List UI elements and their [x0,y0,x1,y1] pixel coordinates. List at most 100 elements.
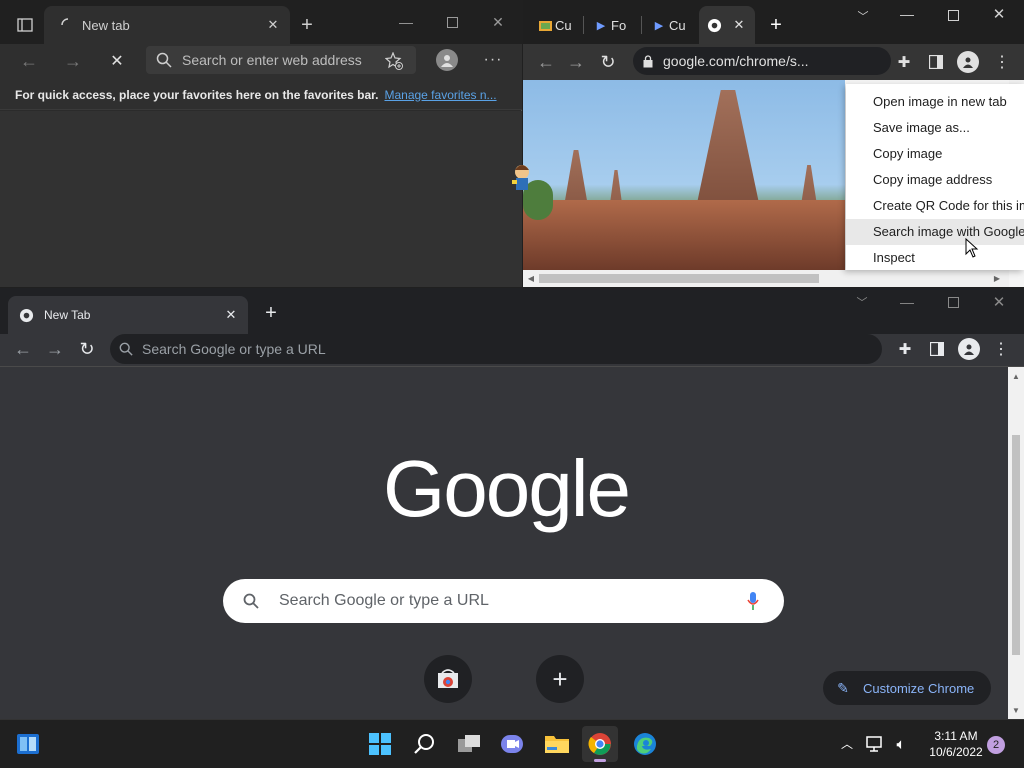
back-icon[interactable]: ← [18,50,40,72]
menu-search-image-google[interactable]: Search image with Google [846,219,1024,245]
chrome-top-tab-3[interactable]: ▶ Cu [649,14,695,36]
manage-favorites-link[interactable]: Manage favorites n... [384,88,496,102]
network-icon[interactable] [864,734,886,754]
maximize-button[interactable] [943,292,963,312]
menu-save-image-as[interactable]: Save image as... [846,115,1024,141]
extensions-icon[interactable]: ✚ [893,51,915,73]
menu-copy-image-address[interactable]: Copy image address [846,167,1024,193]
favorites-hint-text: For quick access, place your favorites h… [15,87,379,102]
system-clock[interactable]: 3:11 AM 10/6/2022 [914,728,998,762]
horizontal-scrollbar[interactable]: ◀ ▶ [523,270,1009,287]
forward-icon[interactable]: → [62,50,84,72]
side-panel-icon[interactable] [925,51,947,73]
scroll-thumb[interactable] [539,274,819,283]
customize-chrome-button[interactable]: ✎ Customize Chrome [823,671,991,705]
widgets-icon[interactable] [10,726,46,762]
chrome-bottom-omnibox[interactable]: Search Google or type a URL [110,334,882,364]
tab-search-icon[interactable]: ﹀ [852,292,872,312]
search-icon [110,342,142,356]
shortcut-tile-web-store[interactable] [424,655,472,703]
chrome-top-tab-2[interactable]: ▶ Fo [591,14,637,36]
chrome-top-tab-1[interactable]: Cu [535,14,581,36]
teams-chat-icon[interactable] [494,726,530,762]
menu-copy-image[interactable]: Copy image [846,141,1024,167]
active-app-indicator [594,759,606,762]
file-explorer-icon[interactable] [539,726,575,762]
profile-avatar-icon[interactable] [436,49,458,71]
menu-create-qr-code[interactable]: Create QR Code for this image [846,193,1024,219]
volume-icon[interactable]: 🔈︎ [890,734,912,754]
edge-tab-title: New tab [82,17,130,33]
scroll-up-arrow-icon[interactable]: ▲ [1012,371,1020,381]
minimize-button[interactable]: — [897,4,917,24]
maximize-button[interactable] [943,5,963,25]
chrome-top-address-bar[interactable]: google.com/chrome/s... [633,47,891,75]
add-shortcut-button[interactable]: + [536,655,584,703]
new-tab-button[interactable]: + [260,302,282,324]
menu-inspect[interactable]: Inspect [846,245,1024,270]
close-window-button[interactable]: ✕ [989,292,1009,312]
edge-tab-new[interactable]: New tab ✕ [44,6,290,44]
chrome-top-tabstrip: Cu ▶ Fo ▶ Cu ✕ + ﹀ — ✕ [523,0,1024,44]
new-tab-button[interactable]: + [296,14,318,36]
stop-loading-icon[interactable]: ✕ [106,50,128,72]
side-panel-icon[interactable] [926,338,948,360]
search-icon [146,52,182,68]
chrome-bottom-tabstrip: New Tab ✕ + ﹀ — ✕ [0,288,1024,334]
maximize-button[interactable] [442,12,462,32]
profile-icon[interactable] [957,51,979,73]
minimize-button[interactable]: — [396,12,416,32]
scroll-down-arrow-icon[interactable]: ▼ [1012,705,1020,715]
search-taskbar-icon[interactable] [407,726,443,762]
clock-time: 3:11 AM [934,729,978,743]
tab-title: Fo [611,17,627,33]
edge-taskbar-icon[interactable] [627,726,663,762]
add-favorite-icon[interactable] [383,50,405,72]
reload-icon[interactable]: ↻ [597,51,619,73]
close-window-button[interactable]: ✕ [488,12,508,32]
close-tab-icon[interactable]: ✕ [222,306,240,324]
chrome-window-top: Cu ▶ Fo ▶ Cu ✕ + ﹀ — ✕ ← → ↻ ⇪ ☆ ✚ [523,0,1024,287]
extensions-icon[interactable]: ✚ [894,338,916,360]
tab-actions-icon[interactable] [14,14,36,36]
close-tab-icon[interactable]: ✕ [264,16,282,34]
back-icon[interactable]: ← [12,338,34,360]
show-hidden-icons-chevron-icon[interactable]: ︿ [838,734,856,752]
back-icon[interactable]: ← [535,51,557,73]
google-search-box[interactable]: Search Google or type a URL [223,579,784,623]
start-button-icon[interactable] [362,726,398,762]
chrome-tab-title: New Tab [44,308,91,322]
chrome-top-url: google.com/chrome/s... [663,53,809,69]
menu-icon[interactable]: ⋮ [990,338,1012,360]
chrome-top-tab-active[interactable]: ✕ [699,6,755,44]
chrome-top-page: ▼ ◀ ▶ Open image in new tab Save image a… [523,80,1024,287]
more-menu-icon[interactable]: ··· [482,49,504,71]
menu-icon[interactable]: ⋮ [991,51,1013,73]
search-icon [223,593,279,609]
minimize-button[interactable]: — [897,292,917,312]
scroll-left-arrow-icon[interactable]: ◀ [527,273,535,284]
edge-tabstrip: New tab ✕ + — ✕ [0,0,522,44]
menu-open-image-new-tab[interactable]: Open image in new tab [846,89,1024,115]
clock-date: 10/6/2022 [929,745,983,759]
new-tab-button[interactable]: + [765,14,787,36]
chrome-taskbar-icon[interactable] [582,726,618,762]
task-view-icon[interactable] [451,726,487,762]
vertical-scrollbar[interactable]: ▲ ▼ [1008,367,1024,720]
chrome-tab-new-tab[interactable]: New Tab ✕ [8,296,248,334]
voice-search-mic-icon[interactable] [742,590,764,612]
profile-icon[interactable] [958,338,980,360]
notification-count-badge[interactable]: 2 [987,736,1005,754]
forward-icon[interactable]: → [565,51,587,73]
forward-icon[interactable]: → [44,338,66,360]
scroll-thumb[interactable] [1012,435,1020,655]
tab-divider [583,16,584,34]
reload-icon[interactable]: ↻ [76,338,98,360]
google-favicon-icon [699,18,729,33]
close-window-button[interactable]: ✕ [989,4,1009,24]
scroll-right-arrow-icon[interactable]: ▶ [993,273,1001,284]
edge-address-bar[interactable]: Search or enter web address [146,46,416,74]
tab-search-icon[interactable]: ﹀ [853,6,873,26]
close-tab-icon[interactable]: ✕ [729,17,749,33]
temple-photo-image[interactable] [523,80,845,270]
